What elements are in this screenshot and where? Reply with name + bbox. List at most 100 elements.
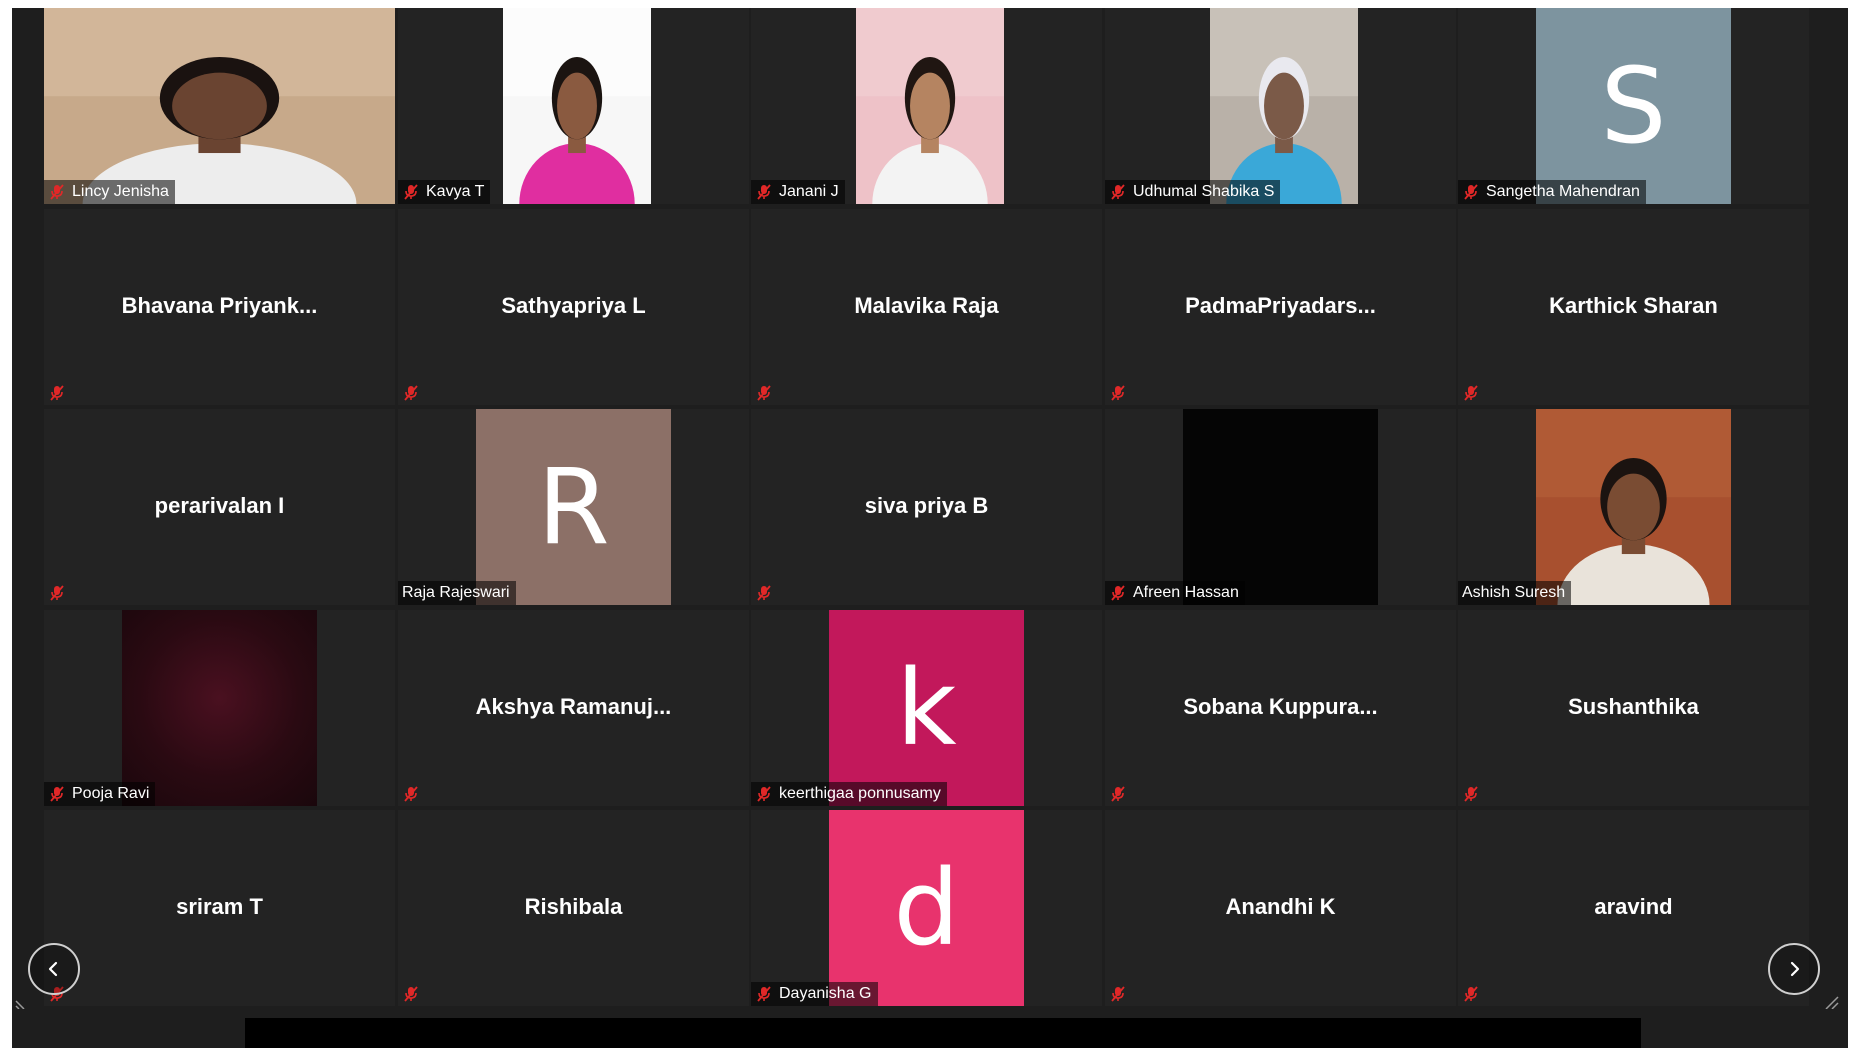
participant-tile[interactable]: Afreen Hassan — [1105, 409, 1456, 605]
participant-status-bar — [1105, 782, 1139, 806]
participant-tile[interactable]: k keerthigaa ponnusamy — [751, 610, 1102, 806]
participant-video: k — [829, 610, 1024, 806]
participant-video — [1536, 409, 1731, 605]
participant-tile[interactable]: Malavika Raja — [751, 209, 1102, 405]
participant-tile[interactable]: PadmaPriyadars... — [1105, 209, 1456, 405]
participant-name: Raja Rajeswari — [402, 584, 510, 601]
participant-gallery: Lincy Jenisha Kavya T Janani J Udhumal Shab… — [44, 8, 1815, 1013]
muted-mic-icon — [50, 585, 64, 601]
participant-name-large: sriram T — [176, 894, 263, 919]
participant-status-bar — [751, 381, 785, 405]
video-feed — [1536, 409, 1731, 605]
participant-name-large: Sathyapriya L — [501, 293, 646, 318]
participant-tile[interactable]: Janani J — [751, 8, 1102, 204]
participant-tile[interactable]: perarivalan I — [44, 409, 395, 605]
muted-mic-icon — [404, 184, 418, 200]
muted-mic-icon — [1111, 585, 1125, 601]
participant-video — [856, 8, 1004, 204]
muted-mic-icon — [757, 385, 771, 401]
muted-mic-icon — [50, 184, 64, 200]
participant-name-large: aravind — [1594, 894, 1673, 919]
participant-tile[interactable]: R Raja Rajeswari — [398, 409, 749, 605]
participant-tile[interactable]: Udhumal Shabika S — [1105, 8, 1456, 204]
resize-grip-icon[interactable] — [1824, 993, 1840, 1009]
participant-tile[interactable]: aravind — [1458, 810, 1809, 1006]
video-feed — [44, 8, 395, 204]
participant-tile[interactable]: d Dayanisha G — [751, 810, 1102, 1006]
participant-name-large: Sobana Kuppura... — [1183, 694, 1378, 719]
participant-name-large: Bhavana Priyank... — [121, 293, 318, 318]
next-page-button[interactable] — [1768, 943, 1820, 995]
participant-tile[interactable]: Anandhi K — [1105, 810, 1456, 1006]
participant-status-bar — [1105, 982, 1139, 1006]
participant-tile[interactable]: Ashish Suresh — [1458, 409, 1809, 605]
muted-mic-icon — [1464, 184, 1478, 200]
participant-status-bar — [398, 782, 432, 806]
participant-name-bar: Ashish Suresh — [1458, 581, 1572, 605]
previous-page-button[interactable] — [28, 943, 80, 995]
participant-status-bar — [1458, 782, 1492, 806]
participant-name-bar: Sangetha Mahendran — [1458, 180, 1646, 204]
participant-name-bar: Janani J — [751, 180, 845, 204]
muted-mic-icon — [1111, 986, 1125, 1002]
muted-mic-icon — [404, 385, 418, 401]
participant-name-large: Karthick Sharan — [1549, 293, 1718, 318]
participant-tile[interactable]: Kavya T — [398, 8, 749, 204]
participant-name-large: siva priya B — [864, 493, 989, 518]
participant-name: Ashish Suresh — [1462, 584, 1566, 601]
muted-mic-icon — [757, 986, 771, 1002]
video-feed — [1210, 8, 1358, 204]
muted-mic-icon — [1464, 786, 1478, 802]
participant-video — [503, 8, 651, 204]
participant-tile[interactable]: Rishibala — [398, 810, 749, 1006]
video-feed — [122, 610, 317, 806]
participant-status-bar — [44, 581, 78, 605]
participant-video — [122, 610, 317, 806]
participant-status-bar — [1105, 381, 1139, 405]
participant-tile[interactable]: Lincy Jenisha — [44, 8, 395, 204]
participant-tile[interactable]: Sobana Kuppura... — [1105, 610, 1456, 806]
participant-name-large: Anandhi K — [1225, 894, 1336, 919]
participant-status-bar — [398, 381, 432, 405]
participant-status-bar — [1458, 381, 1492, 405]
participant-tile[interactable]: Sathyapriya L — [398, 209, 749, 405]
participant-name-large: PadmaPriyadars... — [1185, 293, 1376, 318]
meeting-window: Lincy Jenisha Kavya T Janani J Udhumal Shab… — [12, 8, 1848, 1048]
participant-tile[interactable]: Akshya Ramanuj... — [398, 610, 749, 806]
participant-name: Janani J — [779, 183, 839, 200]
muted-mic-icon — [1464, 986, 1478, 1002]
participant-tile[interactable]: Pooja Ravi — [44, 610, 395, 806]
video-feed — [856, 8, 1004, 204]
chevron-left-icon — [48, 961, 58, 977]
participant-tile[interactable]: siva priya B — [751, 409, 1102, 605]
participant-name-large: Malavika Raja — [854, 293, 999, 318]
muted-mic-icon — [1111, 786, 1125, 802]
participant-tile[interactable]: Bhavana Priyank... — [44, 209, 395, 405]
muted-mic-icon — [1111, 184, 1125, 200]
avatar-initial: S — [1536, 8, 1731, 204]
participant-name: Sangetha Mahendran — [1486, 183, 1640, 200]
participant-status-bar — [751, 581, 785, 605]
participant-name-bar: keerthigaa ponnusamy — [751, 782, 947, 806]
chevron-right-icon — [1790, 961, 1800, 977]
participant-name-large: Sushanthika — [1568, 694, 1699, 719]
participant-tile[interactable]: Karthick Sharan — [1458, 209, 1809, 405]
participant-name: Kavya T — [426, 183, 485, 200]
participant-tile[interactable]: S Sangetha Mahendran — [1458, 8, 1809, 204]
participant-name: keerthigaa ponnusamy — [779, 785, 941, 802]
participant-name-bar: Afreen Hassan — [1105, 581, 1245, 605]
resize-grip-icon[interactable] — [14, 993, 30, 1009]
muted-mic-icon — [757, 184, 771, 200]
participant-video: d — [829, 810, 1024, 1006]
participant-video: R — [476, 409, 671, 605]
participant-name-bar: Raja Rajeswari — [398, 581, 516, 605]
avatar-initial: k — [829, 610, 1024, 806]
participant-tile[interactable]: sriram T — [44, 810, 395, 1006]
muted-mic-icon — [757, 786, 771, 802]
participant-name-bar: Lincy Jenisha — [44, 180, 175, 204]
participant-status-bar — [398, 982, 432, 1006]
video-feed — [503, 8, 651, 204]
avatar-initial: R — [476, 409, 671, 605]
participant-tile[interactable]: Sushanthika — [1458, 610, 1809, 806]
participant-name-bar: Kavya T — [398, 180, 491, 204]
